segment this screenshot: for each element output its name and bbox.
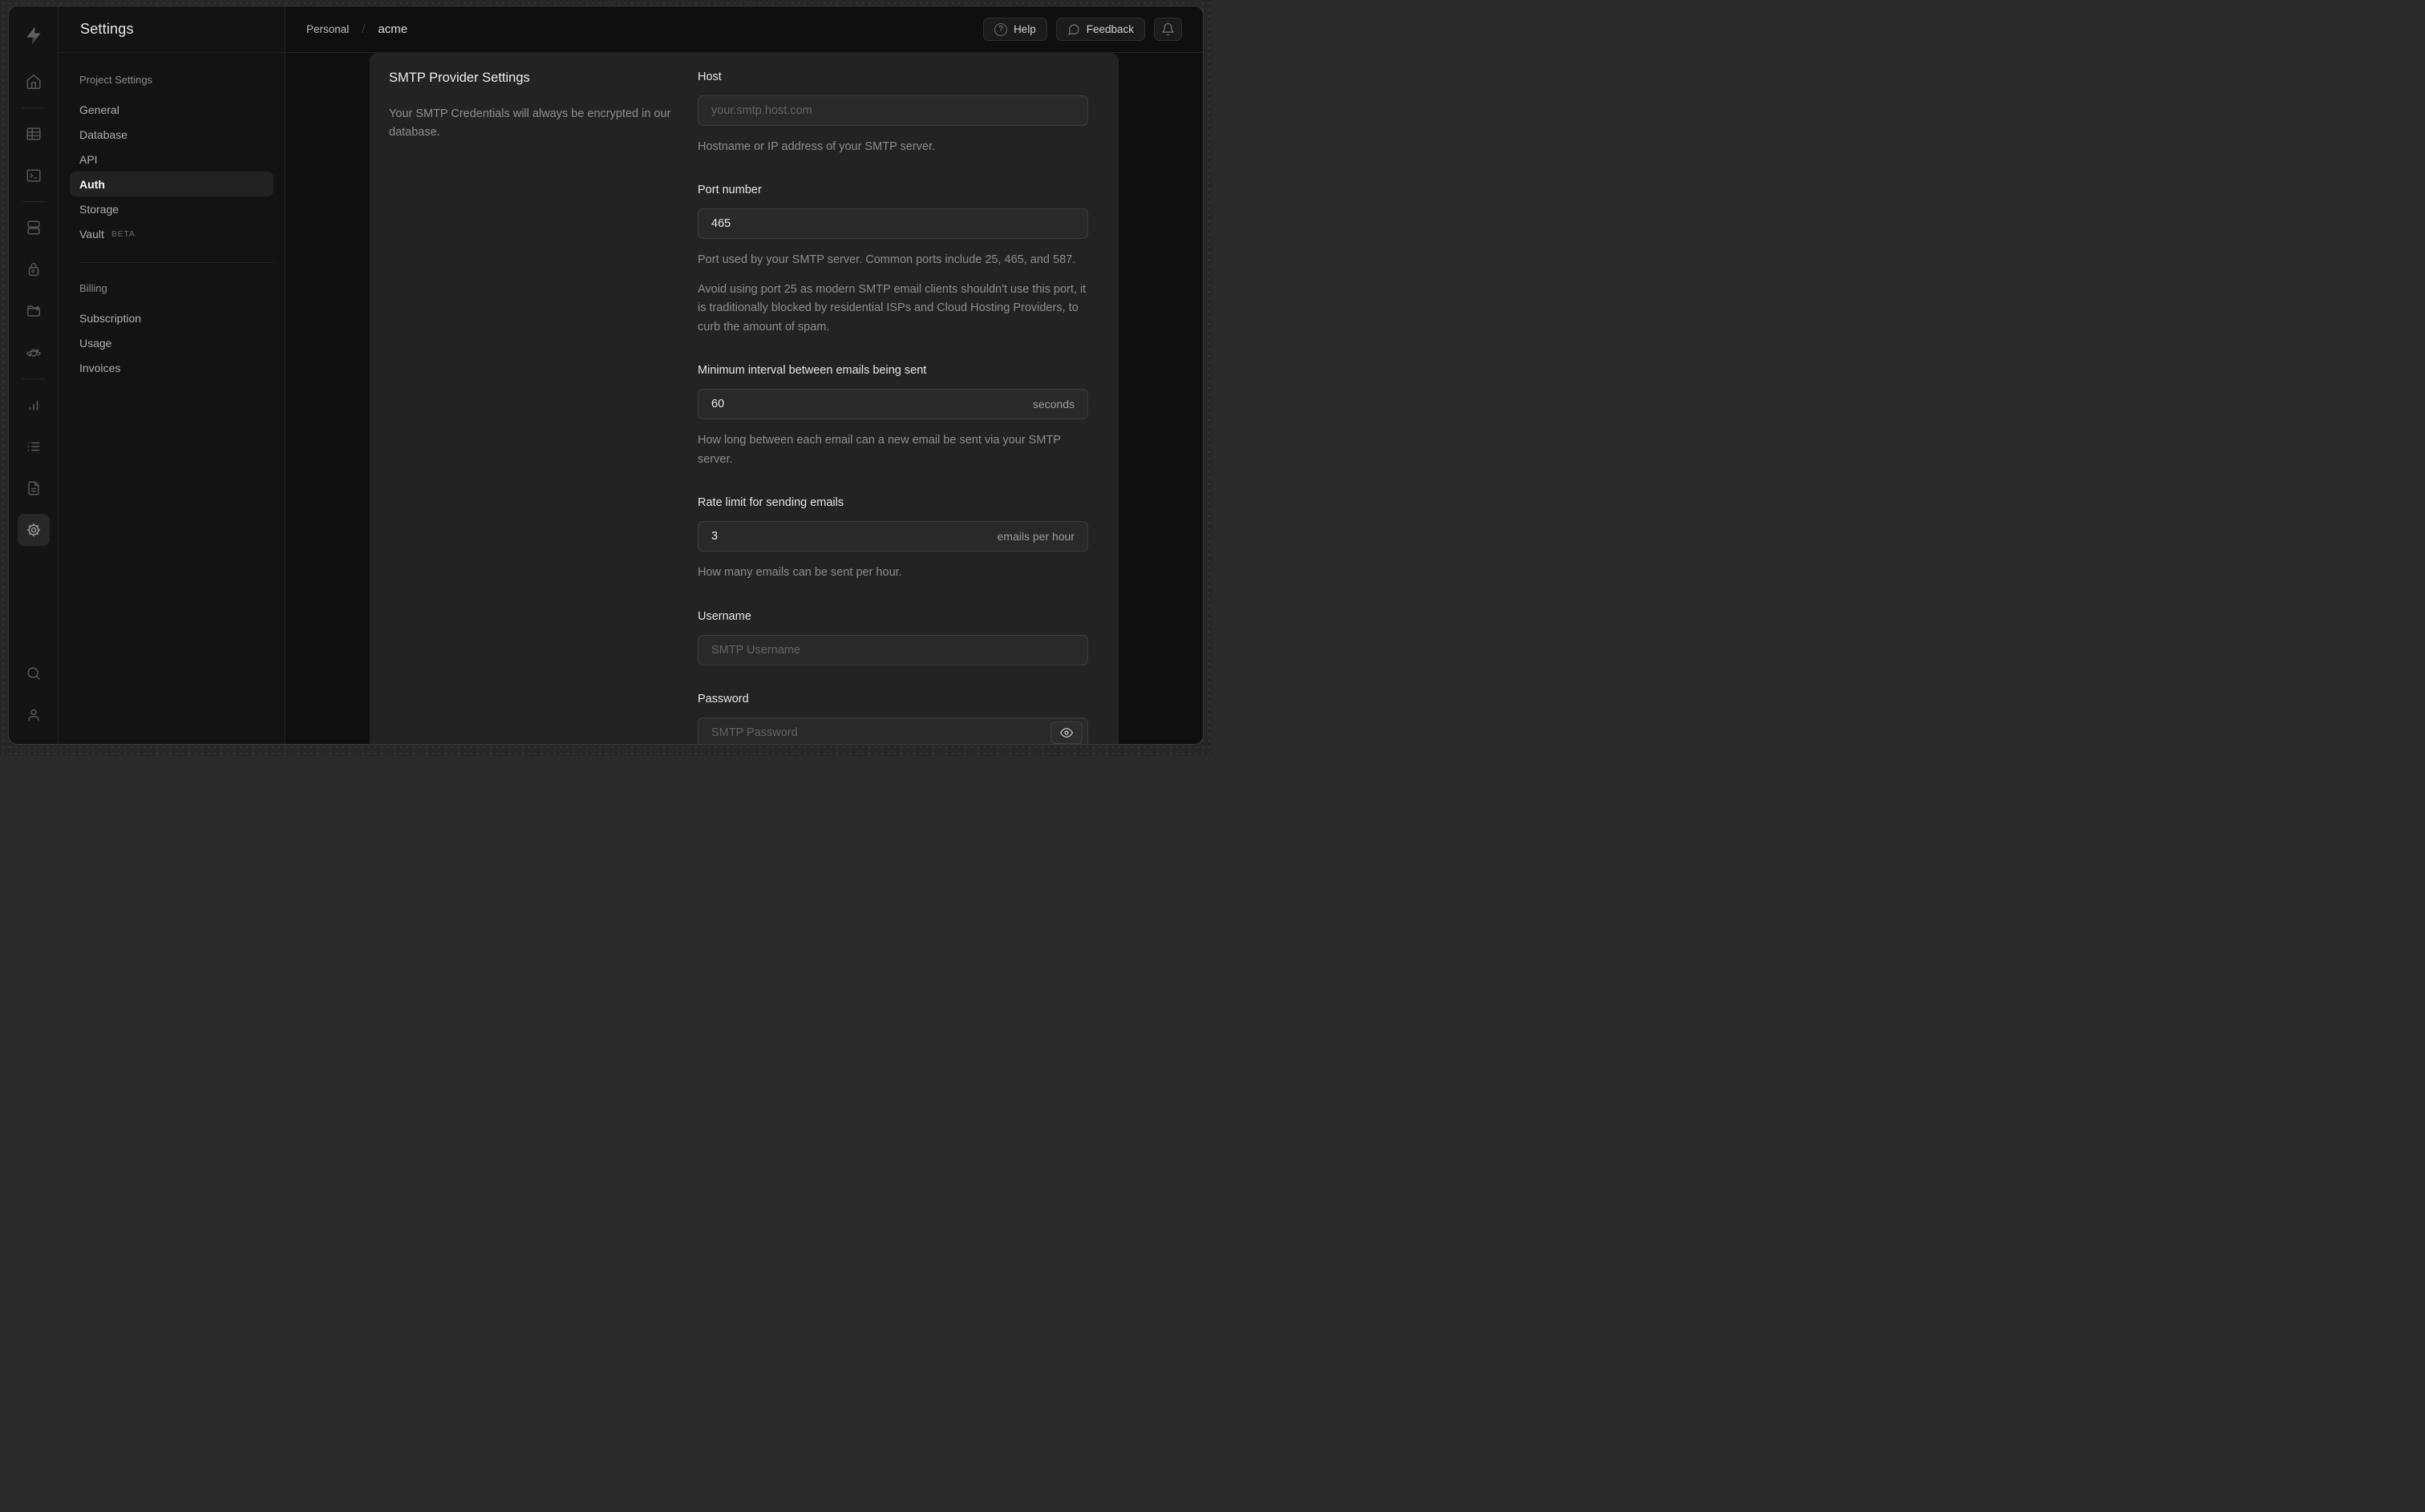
password-label: Password — [698, 692, 749, 705]
sidebar-item-storage[interactable]: Storage — [70, 196, 273, 221]
sql-editor-icon[interactable] — [18, 160, 50, 192]
host-input-shell — [698, 95, 1088, 126]
table-editor-icon[interactable] — [18, 118, 50, 150]
sidebar-item-invoices[interactable]: Invoices — [70, 355, 273, 380]
breadcrumb-separator: / — [362, 22, 366, 36]
interval-field-group: Minimum interval between emails being se… — [698, 364, 1088, 469]
database-icon[interactable] — [18, 212, 50, 244]
interval-label: Minimum interval between emails being se… — [698, 364, 927, 378]
edge-functions-icon[interactable] — [18, 337, 50, 369]
page-title: Settings — [80, 21, 134, 37]
rate-limit-input[interactable] — [711, 522, 988, 552]
app-window: Settings Project Settings General Databa… — [8, 6, 1204, 745]
panel-title: SMTP Provider Settings — [389, 71, 530, 85]
divider — [79, 262, 275, 263]
port-input[interactable] — [711, 209, 1083, 239]
breadcrumb-org[interactable]: Personal — [306, 23, 349, 35]
username-input[interactable] — [711, 635, 1083, 665]
section-header-billing: Billing — [79, 282, 107, 294]
interval-help: How long between each email can a new em… — [698, 434, 1061, 466]
eye-icon — [1060, 727, 1073, 738]
host-field-group: Host Hostname or IP address of your SMTP… — [698, 71, 1088, 156]
smtp-settings-panel: SMTP Provider Settings Your SMTP Credent… — [370, 53, 1119, 744]
settings-sidebar: Settings Project Settings General Databa… — [59, 6, 285, 744]
sidebar-item-database[interactable]: Database — [70, 122, 273, 147]
breadcrumb-project[interactable]: acme — [378, 22, 407, 36]
reveal-password-button[interactable] — [1051, 721, 1083, 744]
password-input[interactable] — [711, 718, 1051, 744]
section-header-project-settings: Project Settings — [79, 74, 153, 86]
docs-icon[interactable] — [18, 472, 50, 504]
settings-icon[interactable] — [17, 514, 50, 546]
logs-icon[interactable] — [18, 431, 50, 463]
topbar: Personal / acme ? Help Feedback — [285, 6, 1203, 53]
sidebar-item-vault[interactable]: Vault BETA — [70, 221, 273, 246]
panel-intro: SMTP Provider Settings Your SMTP Credent… — [389, 71, 678, 142]
interval-input-shell: seconds — [698, 389, 1088, 420]
breadcrumb: Personal / acme — [306, 22, 407, 36]
sidebar-item-general[interactable]: General — [70, 97, 273, 122]
feedback-button[interactable]: Feedback — [1055, 18, 1145, 41]
smtp-form: Host Hostname or IP address of your SMTP… — [698, 71, 1088, 744]
divider — [21, 107, 46, 108]
storage-icon[interactable] — [18, 295, 50, 327]
search-icon[interactable] — [18, 657, 50, 689]
host-input[interactable] — [711, 96, 1083, 125]
topbar-actions: ? Help Feedback — [982, 18, 1182, 41]
rail-bottom — [18, 653, 50, 736]
sidebar-item-api[interactable]: API — [70, 147, 273, 172]
profile-icon[interactable] — [18, 699, 50, 731]
username-field-group: Username — [698, 610, 1088, 665]
rate-limit-input-shell: emails per hour — [698, 521, 1088, 552]
port-help-1: Port used by your SMTP server. Common po… — [698, 253, 1076, 267]
port-field-group: Port number Port used by your SMTP serve… — [698, 184, 1088, 337]
main-area: Personal / acme ? Help Feedback SMTP Pro… — [285, 6, 1203, 744]
username-label: Username — [698, 609, 751, 623]
desktop-background: Settings Project Settings General Databa… — [0, 0, 1212, 756]
reports-icon[interactable] — [18, 389, 50, 421]
rate-limit-help: How many emails can be sent per hour. — [698, 566, 902, 580]
username-input-shell — [698, 634, 1088, 665]
sidebar-item-auth[interactable]: Auth — [70, 172, 273, 196]
help-button[interactable]: ? Help — [982, 18, 1047, 41]
home-icon[interactable] — [18, 66, 50, 98]
interval-unit: seconds — [1032, 398, 1075, 411]
panel-description: Your SMTP Credentials will always be enc… — [389, 107, 671, 139]
notifications-button[interactable] — [1154, 18, 1182, 41]
rate-limit-unit: emails per hour — [997, 530, 1075, 544]
question-icon: ? — [994, 22, 1007, 36]
divider — [21, 378, 46, 379]
port-label: Port number — [698, 184, 762, 197]
host-help: Hostname or IP address of your SMTP serv… — [698, 140, 936, 153]
sidebar-item-usage[interactable]: Usage — [70, 330, 273, 355]
beta-badge: BETA — [111, 228, 136, 239]
supabase-logo[interactable] — [18, 19, 50, 51]
port-help-2: Avoid using port 25 as modern SMTP email… — [698, 282, 1087, 334]
sidebar-item-subscription[interactable]: Subscription — [70, 305, 273, 330]
chat-bubble-icon — [1067, 23, 1079, 35]
password-field-group: Password — [698, 693, 1088, 744]
auth-icon[interactable] — [18, 253, 50, 285]
content-area: SMTP Provider Settings Your SMTP Credent… — [285, 53, 1203, 744]
bell-icon — [1161, 22, 1175, 36]
settings-nav: Project Settings General Database API Au… — [59, 53, 285, 380]
interval-input[interactable] — [711, 390, 1023, 419]
divider — [21, 201, 46, 202]
port-input-shell — [698, 208, 1088, 240]
rate-limit-field-group: Rate limit for sending emails emails per… — [698, 496, 1088, 582]
password-input-shell — [698, 717, 1088, 744]
icon-rail — [9, 6, 59, 744]
host-label: Host — [698, 71, 722, 83]
sidebar-header: Settings — [59, 6, 285, 53]
rate-limit-label: Rate limit for sending emails — [698, 496, 844, 510]
